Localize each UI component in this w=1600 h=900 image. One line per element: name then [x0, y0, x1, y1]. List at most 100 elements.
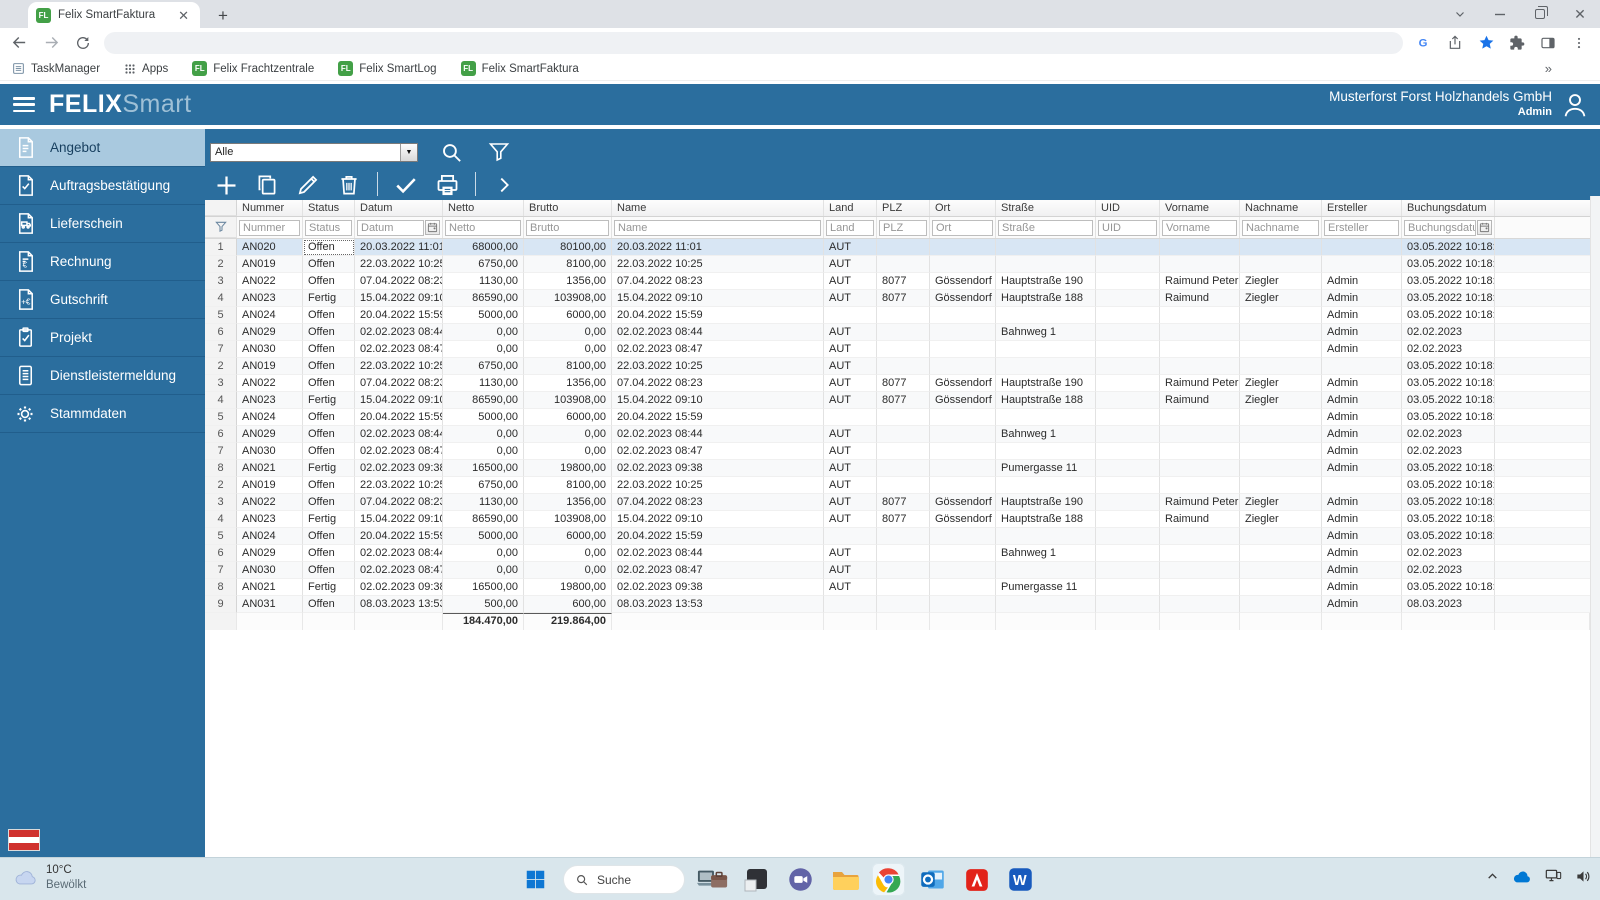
column-header-ort[interactable]: Ort — [930, 200, 996, 216]
table-row[interactable]: 9 AN031 Offen 08.03.2023 13:53 500,00 600,00 0… — [205, 596, 1590, 613]
column-header-land[interactable]: Land — [824, 200, 877, 216]
minimize-button[interactable] — [1480, 0, 1520, 28]
filter-input-netto[interactable]: Netto — [445, 219, 521, 236]
bookmark-star-icon[interactable] — [1475, 30, 1497, 56]
column-header-name[interactable]: Name — [612, 200, 824, 216]
network-icon[interactable] — [1545, 869, 1562, 884]
search-icon[interactable] — [436, 137, 466, 167]
extensions-icon[interactable] — [1506, 30, 1528, 56]
sidebar-item-auftragsbestaetigung[interactable]: Auftragsbestätigung — [0, 167, 205, 205]
onedrive-icon[interactable] — [1512, 870, 1532, 884]
column-header-netto[interactable]: Netto — [443, 200, 524, 216]
taskbar-app-chrome[interactable] — [872, 863, 905, 896]
taskbar-search[interactable]: Suche — [563, 865, 685, 894]
bookmark-felix-smartfaktura[interactable]: FL Felix SmartFaktura — [460, 61, 579, 76]
table-row[interactable]: 6 AN029 Offen 02.02.2023 08:44 0,00 0,00 02.02… — [205, 426, 1590, 443]
column-header-vorname[interactable]: Vorname — [1160, 200, 1240, 216]
sidebar-item-gutschrift[interactable]: +€ Gutschrift — [0, 281, 205, 319]
table-row[interactable]: 7 AN030 Offen 02.02.2023 08:47 0,00 0,00 02.02… — [205, 562, 1590, 579]
restore-button[interactable] — [1520, 0, 1560, 28]
column-header-nummer[interactable]: Nummer — [237, 200, 303, 216]
google-account-icon[interactable]: G — [1413, 30, 1435, 56]
tray-expand-icon[interactable] — [1486, 870, 1499, 883]
sidebar-item-rechnung[interactable]: € Rechnung — [0, 243, 205, 281]
filter-input-buchungsdatum[interactable]: Buchungsdatum — [1404, 219, 1476, 236]
address-bar[interactable] — [104, 31, 1403, 54]
browser-tab[interactable]: FL Felix SmartFaktura ✕ — [28, 2, 200, 28]
taskbar-app-word[interactable]: W — [1004, 863, 1037, 896]
filter-input-ort[interactable]: Ort — [932, 219, 993, 236]
sidebar-item-stammdaten[interactable]: Stammdaten — [0, 395, 205, 433]
filter-input-status[interactable]: Status — [305, 219, 352, 236]
taskbar-app-acrobat[interactable] — [960, 863, 993, 896]
sidebar-item-angebot[interactable]: Angebot — [0, 129, 205, 167]
filter-input-nummer[interactable]: Nummer — [239, 219, 300, 236]
filter-input-name[interactable]: Name — [614, 219, 821, 236]
table-row[interactable]: 8 AN021 Fertig 02.02.2023 09:38 16500,00 1980… — [205, 579, 1590, 596]
column-header-straße[interactable]: Straße — [996, 200, 1096, 216]
bookmarks-overflow-icon[interactable]: » — [1545, 61, 1552, 76]
new-tab-button[interactable]: + — [212, 5, 234, 27]
reload-icon[interactable] — [70, 30, 96, 56]
start-button[interactable] — [519, 863, 552, 896]
table-row[interactable]: 4 AN023 Fertig 15.04.2022 09:10 86590,00 1039… — [205, 511, 1590, 528]
filter-input-nachname[interactable]: Nachname — [1242, 219, 1319, 236]
side-panel-icon[interactable] — [1537, 30, 1559, 56]
table-row[interactable]: 6 AN029 Offen 02.02.2023 08:44 0,00 0,00 02.02… — [205, 324, 1590, 341]
sidebar-item-dienstleistermeldung[interactable]: Dienstleistermeldung — [0, 357, 205, 395]
column-header-brutto[interactable]: Brutto — [524, 200, 612, 216]
table-row[interactable]: 5 AN024 Offen 20.04.2022 15:59 5000,00 6000,0… — [205, 307, 1590, 324]
share-icon[interactable] — [1444, 30, 1466, 56]
browser-menu-icon[interactable] — [1568, 30, 1590, 56]
tab-close-icon[interactable]: ✕ — [175, 8, 192, 23]
weather-widget[interactable]: 10°C Bewölkt — [14, 863, 86, 893]
table-row[interactable]: 6 AN029 Offen 02.02.2023 08:44 0,00 0,00 02.02… — [205, 545, 1590, 562]
table-row[interactable]: 7 AN030 Offen 02.02.2023 08:47 0,00 0,00 02.02… — [205, 341, 1590, 358]
filter-icon[interactable] — [484, 137, 514, 167]
table-row[interactable]: 5 AN024 Offen 20.04.2022 15:59 5000,00 6000,0… — [205, 528, 1590, 545]
column-header-buchungsdatum[interactable]: Buchungsdatum — [1402, 200, 1495, 216]
taskbar-app-outlook[interactable] — [916, 863, 949, 896]
column-header-plz[interactable]: PLZ — [877, 200, 930, 216]
volume-icon[interactable] — [1575, 869, 1592, 884]
sidebar-item-projekt[interactable]: Projekt — [0, 319, 205, 357]
taskbar-app-darkapp[interactable] — [740, 863, 773, 896]
taskbar-app-widgets[interactable] — [696, 863, 729, 896]
filter-input-datum[interactable]: Datum — [357, 219, 424, 236]
filter-edit-icon[interactable] — [205, 217, 237, 238]
column-header-uid[interactable]: UID — [1096, 200, 1160, 216]
table-row[interactable]: 4 AN023 Fertig 15.04.2022 09:10 86590,00 1039… — [205, 290, 1590, 307]
menu-hamburger-icon[interactable] — [13, 97, 35, 112]
back-icon[interactable] — [6, 30, 32, 56]
bookmark-felix-smartlog[interactable]: FL Felix SmartLog — [338, 61, 437, 76]
table-row[interactable]: 3 AN022 Offen 07.04.2022 08:23 1130,00 1356,0… — [205, 273, 1590, 290]
forward-icon[interactable] — [38, 30, 64, 56]
bookmark-apps[interactable]: Apps — [124, 63, 168, 75]
table-row[interactable]: 7 AN030 Offen 02.02.2023 08:47 0,00 0,00 02.02… — [205, 443, 1590, 460]
column-header-nachname[interactable]: Nachname — [1240, 200, 1322, 216]
filter-input-brutto[interactable]: Brutto — [526, 219, 609, 236]
table-row[interactable]: 2 AN019 Offen 22.03.2022 10:25 6750,00 8100,0… — [205, 256, 1590, 273]
tab-search-chevron-icon[interactable] — [1440, 0, 1480, 28]
filter-input-land[interactable]: Land — [826, 219, 874, 236]
bookmark-felix-frachtzentrale[interactable]: FL Felix Frachtzentrale — [192, 61, 314, 76]
calendar-icon[interactable] — [425, 220, 440, 235]
table-row[interactable]: 4 AN023 Fertig 15.04.2022 09:10 86590,00 1039… — [205, 392, 1590, 409]
column-header-ersteller[interactable]: Ersteller — [1322, 200, 1402, 216]
table-row[interactable]: 1 AN020 Offen 20.03.2022 11:01 68000,00 80100… — [205, 239, 1590, 256]
scrollbar[interactable] — [1590, 196, 1600, 857]
table-row[interactable]: 5 AN024 Offen 20.04.2022 15:59 5000,00 6000,0… — [205, 409, 1590, 426]
filter-input-vorname[interactable]: Vorname — [1162, 219, 1237, 236]
table-row[interactable]: 2 AN019 Offen 22.03.2022 10:25 6750,00 8100,0… — [205, 358, 1590, 375]
close-button[interactable]: ✕ — [1560, 0, 1600, 28]
dropdown-arrow-icon[interactable]: ▼ — [400, 143, 417, 161]
filter-input-uid[interactable]: UID — [1098, 219, 1157, 236]
filter-input-plz[interactable]: PLZ — [879, 219, 927, 236]
filter-input-straße[interactable]: Straße — [998, 219, 1093, 236]
calendar-icon[interactable] — [1477, 220, 1492, 235]
table-row[interactable]: 2 AN019 Offen 22.03.2022 10:25 6750,00 8100,0… — [205, 477, 1590, 494]
sidebar-item-lieferschein[interactable]: Lieferschein — [0, 205, 205, 243]
table-row[interactable]: 3 AN022 Offen 07.04.2022 08:23 1130,00 1356,0… — [205, 494, 1590, 511]
table-row[interactable]: 8 AN021 Fertig 02.02.2023 09:38 16500,00 1980… — [205, 460, 1590, 477]
column-header-datum[interactable]: Datum — [355, 200, 443, 216]
